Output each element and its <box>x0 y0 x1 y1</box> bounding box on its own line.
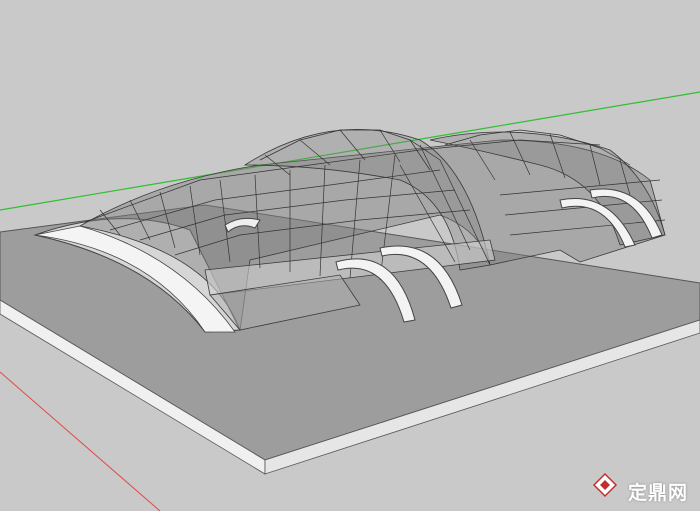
3d-model-viewport[interactable] <box>0 0 700 511</box>
watermark: 定鼎网 <box>628 478 688 505</box>
brand-text: 定鼎网 <box>627 482 688 504</box>
diamond-logo-icon <box>592 472 618 498</box>
